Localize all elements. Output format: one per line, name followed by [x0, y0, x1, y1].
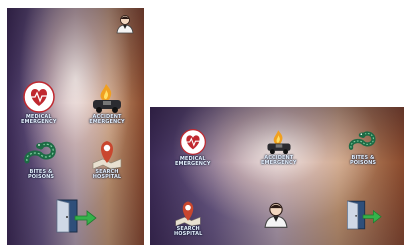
user-icon[interactable]: [261, 199, 291, 235]
landscape-screen: MEDICAL EMERGENCY ACCIDENT EMERGENCY BITES…: [150, 107, 404, 245]
exit-door-icon[interactable]: [344, 199, 382, 235]
map-pin-icon: [92, 141, 122, 169]
accident-emergency-button[interactable]: ACCIDENT EMERGENCY: [261, 127, 297, 166]
search-hospital-label: SEARCH HOSPITAL: [92, 169, 122, 180]
medical-emergency-label: MEDICAL EMERGENCY: [21, 114, 57, 125]
accident-emergency-label: ACCIDENT EMERGENCY: [89, 114, 125, 125]
snake-icon: [24, 141, 56, 164]
fire-car-icon: [267, 130, 291, 155]
medical-emergency-label: MEDICAL EMERGENCY: [175, 156, 211, 167]
accident-emergency-button[interactable]: ACCIDENT EMERGENCY: [89, 80, 125, 125]
bites-poisons-button[interactable]: BITES & POISONS: [346, 127, 380, 166]
medical-emergency-button[interactable]: MEDICAL EMERGENCY: [21, 80, 57, 125]
search-hospital-button[interactable]: SEARCH HOSPITAL: [174, 198, 202, 237]
heart-icon: [23, 81, 55, 113]
snake-icon: [348, 131, 376, 150]
exit-door-icon[interactable]: [53, 198, 97, 238]
heart-icon: [179, 129, 206, 155]
medical-emergency-button[interactable]: MEDICAL EMERGENCY: [175, 128, 211, 167]
fire-car-icon: [93, 84, 121, 113]
accident-emergency-label: ACCIDENT EMERGENCY: [261, 155, 297, 166]
search-hospital-button[interactable]: SEARCH HOSPITAL: [91, 137, 123, 180]
user-icon[interactable]: [114, 13, 136, 39]
bites-poisons-label: BITES & POISONS: [349, 155, 377, 166]
bites-poisons-label: BITES & POISONS: [27, 169, 55, 180]
map-pin-icon: [175, 201, 201, 226]
portrait-screen: MEDICAL EMERGENCY ACCIDENT EMERGENCY BITES…: [7, 8, 144, 245]
search-hospital-label: SEARCH HOSPITAL: [174, 226, 203, 237]
bites-poisons-button[interactable]: BITES & POISONS: [21, 137, 61, 180]
